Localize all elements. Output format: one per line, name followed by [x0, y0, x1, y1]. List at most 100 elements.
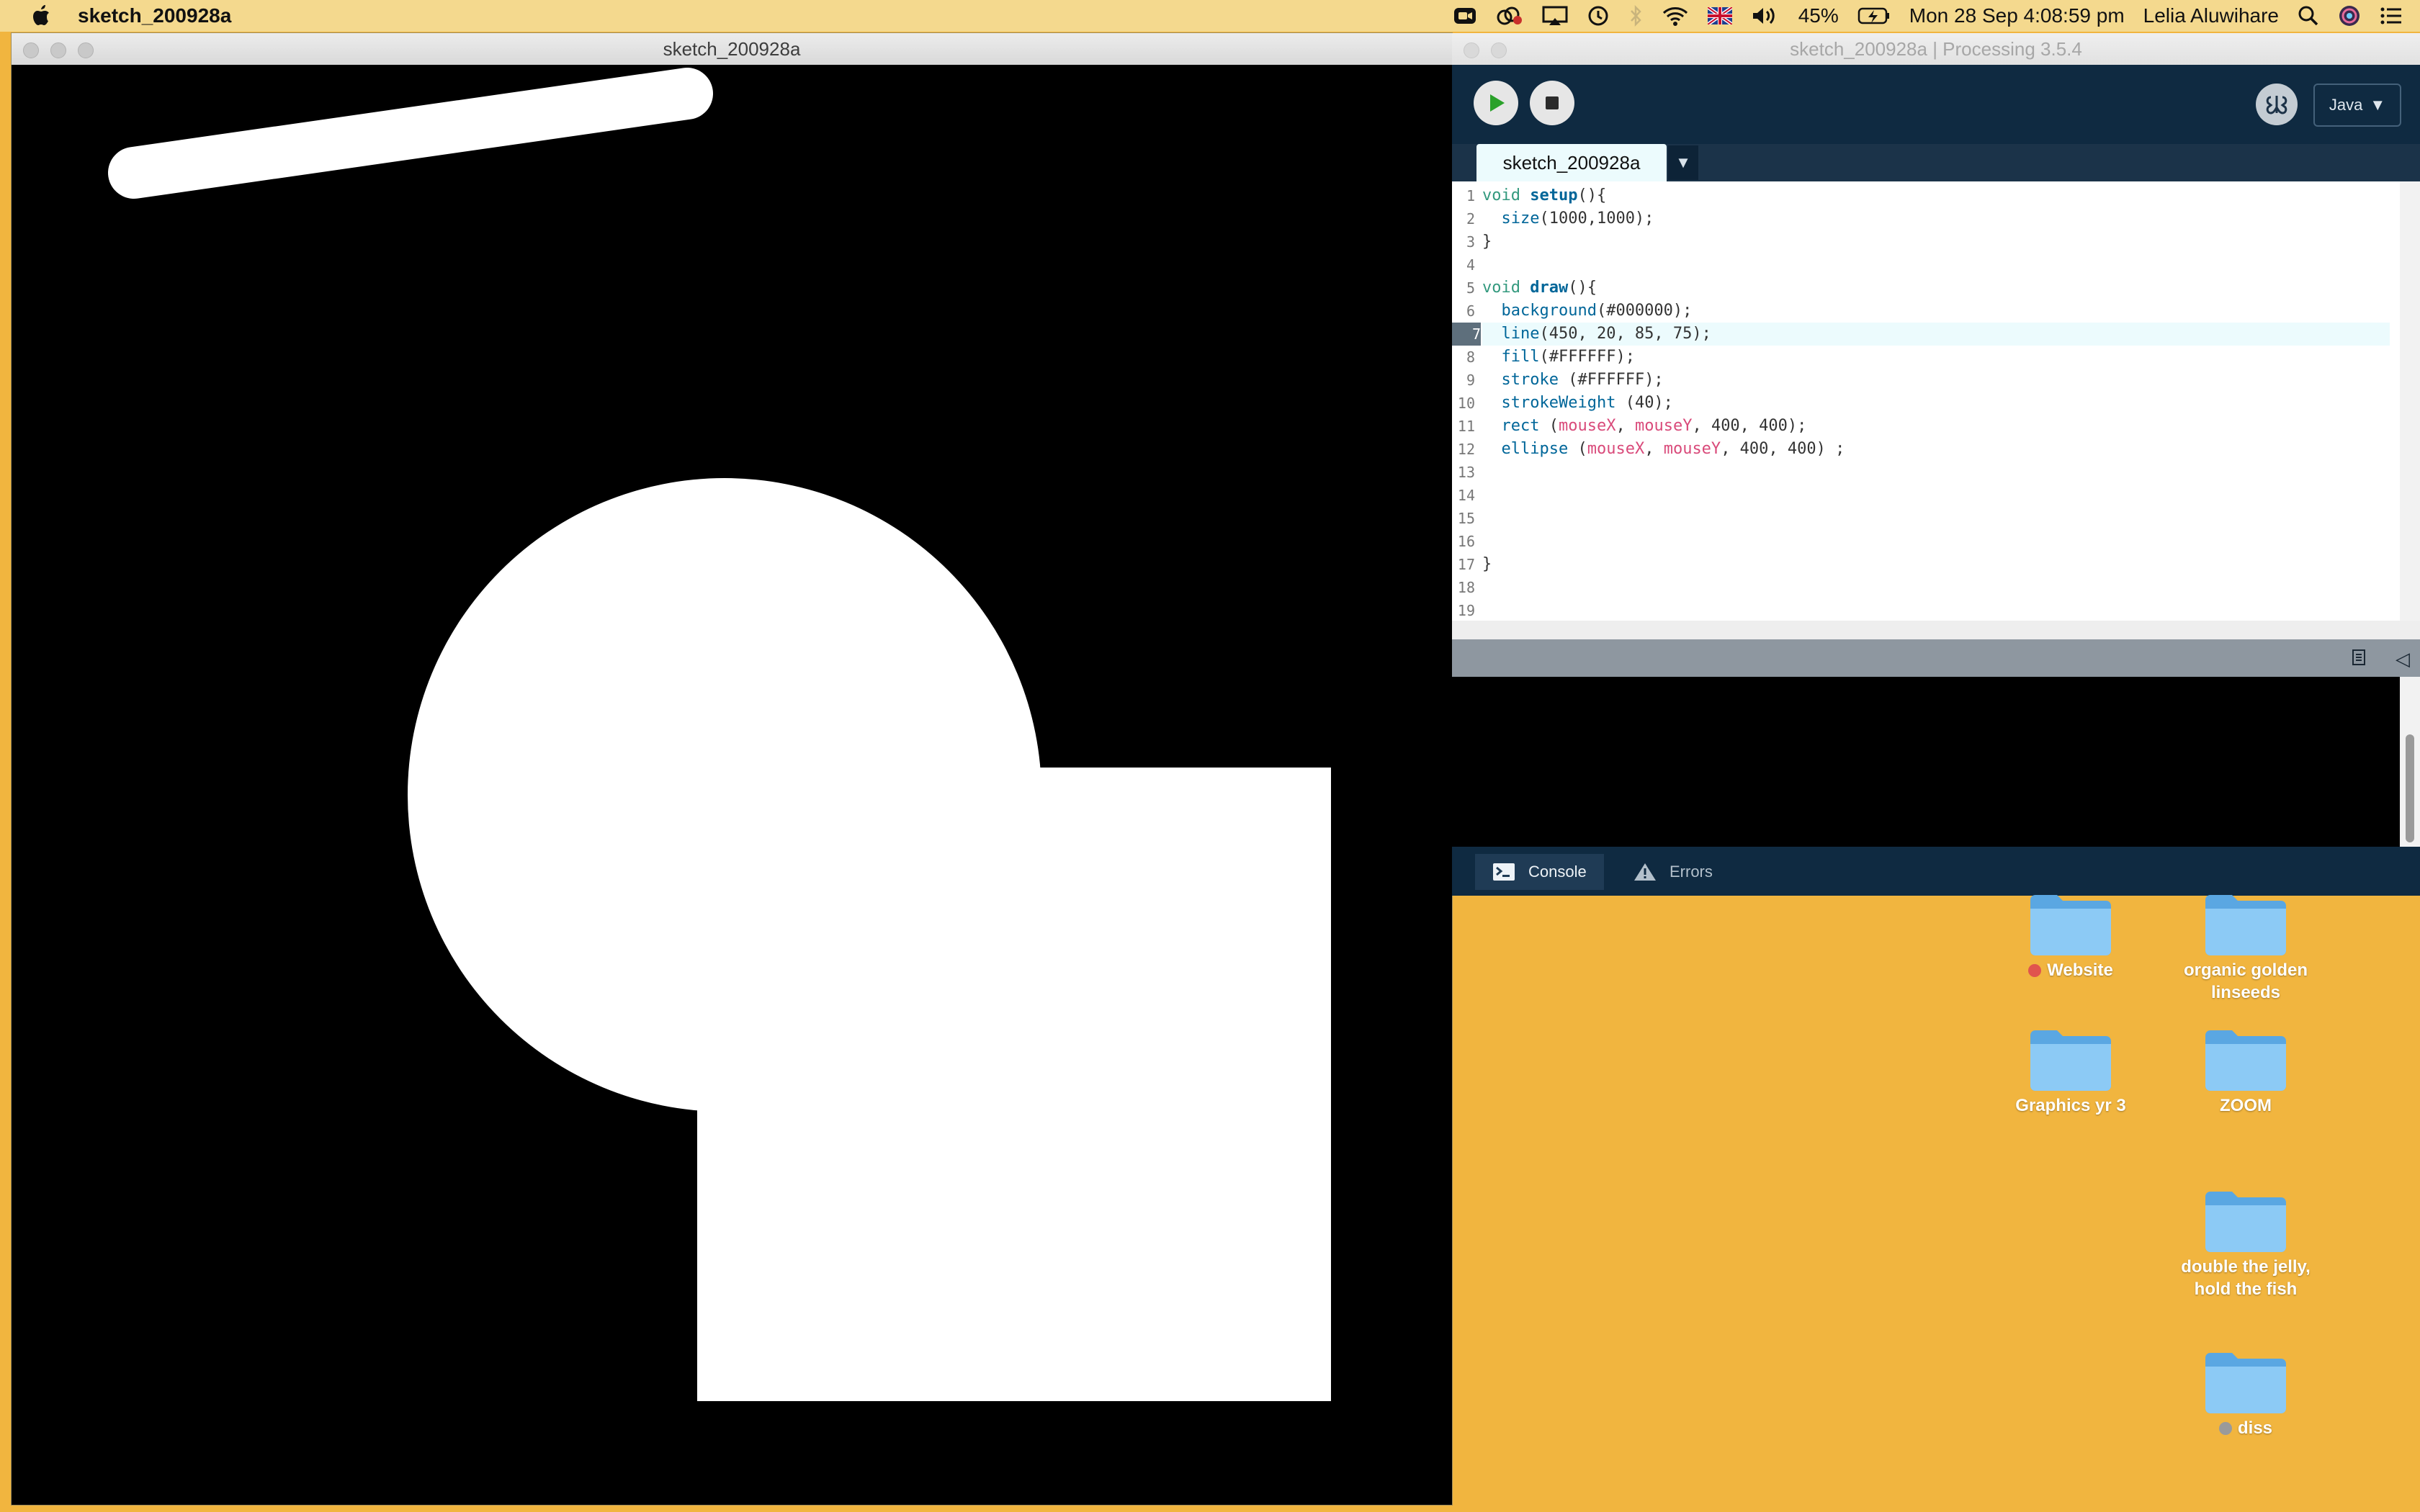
folder-icon [2202, 1345, 2289, 1417]
line-number: 14 [1457, 487, 1475, 504]
play-icon [1490, 94, 1505, 112]
tag-dot-icon [2028, 963, 2042, 977]
desktop-folder-label: double the jelly, hold the fish [2166, 1256, 2325, 1300]
date-time[interactable]: Mon 28 Sep 4:08:59 pm [1909, 4, 2125, 27]
notification-center-icon[interactable] [2380, 6, 2403, 25]
bluetooth-icon[interactable] [1628, 4, 1643, 27]
code-line[interactable] [1482, 576, 2390, 599]
desktop-folder[interactable]: double the jelly, hold the fish [2166, 1184, 2325, 1300]
stop-icon [1546, 96, 1559, 109]
code-editor[interactable]: 1 2 3 4 5 6 7 8 9 10 11 12 13 14 15 16 17 18 19 void setup… [1452, 181, 2400, 621]
menu-bar: sketch_200928a 45% Mon 28 Sep 4:08:59 pm… [0, 0, 2420, 32]
code-line[interactable]: void setup(){ [1482, 184, 2390, 207]
wifi-icon[interactable] [1662, 5, 1689, 27]
console-scroll-thumb[interactable] [2406, 734, 2414, 842]
line-number: 10 [1457, 395, 1475, 412]
folder-label-text: ZOOM [2220, 1096, 2272, 1115]
folder-icon [2202, 1184, 2289, 1256]
window-controls [23, 42, 94, 58]
uk-flag-icon[interactable] [1707, 7, 1732, 24]
code-line[interactable] [1482, 599, 2390, 621]
battery-charging-icon[interactable] [1857, 6, 1891, 26]
spotlight-search-icon[interactable] [2298, 5, 2319, 27]
collapse-console-icon[interactable]: ◁ [2396, 648, 2410, 670]
processing-ide-window[interactable]: sketch_200928a | Processing 3.5.4 Java ▼… [1452, 33, 2420, 896]
copy-console-icon[interactable] [2349, 648, 2370, 673]
desktop-folder[interactable]: ZOOM [2166, 1022, 2325, 1117]
console-output[interactable] [1452, 677, 2400, 847]
code-line[interactable]: void draw(){ [1482, 276, 2390, 300]
line-number: 13 [1457, 464, 1475, 481]
sketch-window-titlebar[interactable]: sketch_200928a [12, 33, 1452, 66]
tab-menu-button[interactable]: ▼ [1668, 145, 1698, 180]
apple-icon[interactable] [27, 1, 56, 30]
code-line[interactable]: rect (mouseX, mouseY, 400, 400); [1482, 415, 2390, 438]
line-number: 16 [1457, 533, 1475, 550]
desktop-folder-label: organic golden linseeds [2166, 959, 2325, 1004]
code-line[interactable]: line(450, 20, 85, 75); [1482, 323, 2390, 346]
desktop-folder[interactable]: Website [1991, 887, 2150, 981]
close-button[interactable] [23, 42, 39, 58]
code-line[interactable]: ellipse (mouseX, mouseY, 400, 400) ; [1482, 438, 2390, 461]
line-number: 17 [1457, 556, 1475, 573]
zoom-button[interactable] [78, 42, 94, 58]
console-tab-label: Console [1528, 863, 1587, 881]
code-line[interactable] [1482, 461, 2390, 484]
code-line[interactable] [1482, 530, 2390, 553]
desktop-folder[interactable]: diss [2166, 1345, 2325, 1439]
folder-label-text: organic golden linseeds [2183, 960, 2308, 1002]
debug-button[interactable] [2256, 84, 2298, 125]
line-number: 19 [1457, 602, 1475, 619]
tab-console[interactable]: Console [1475, 854, 1604, 890]
desktop-folder-label: ZOOM [2166, 1094, 2325, 1117]
zoom-icon[interactable] [1453, 5, 1477, 27]
code-line[interactable] [1482, 484, 2390, 507]
tab-errors[interactable]: Errors [1616, 854, 1730, 890]
line-number: 7 [1452, 323, 1481, 346]
code-line[interactable] [1482, 253, 2390, 276]
console-scrollbar[interactable] [2400, 677, 2420, 847]
chevron-down-icon: ▼ [1675, 153, 1691, 171]
code-line[interactable]: } [1482, 230, 2390, 253]
folder-icon [2027, 887, 2114, 959]
code-line[interactable]: size(1000,1000); [1482, 207, 2390, 230]
sketch-window[interactable]: sketch_200928a [12, 33, 1452, 1505]
line-number: 12 [1457, 441, 1475, 458]
code-line[interactable]: } [1482, 553, 2390, 576]
code-line[interactable]: stroke (#FFFFFF); [1482, 369, 2390, 392]
desktop-folder[interactable]: organic golden linseeds [2166, 887, 2325, 1004]
tag-dot-icon [2218, 1421, 2232, 1435]
line-number: 6 [1466, 302, 1475, 320]
creative-cloud-icon[interactable] [1496, 5, 1523, 27]
folder-icon [2027, 1022, 2114, 1094]
code-line[interactable]: background(#000000); [1482, 300, 2390, 323]
sketch-window-title: sketch_200928a [663, 38, 801, 60]
folder-label-text: double the jelly, hold the fish [2181, 1257, 2311, 1299]
code-line[interactable]: strokeWeight (40); [1482, 392, 2390, 415]
desktop-folder[interactable]: Graphics yr 3 [1991, 1022, 2150, 1117]
code-line[interactable] [1482, 507, 2390, 530]
editor-horizontal-scrollbar[interactable] [1452, 621, 2420, 639]
code-line[interactable]: fill(#FFFFFF); [1482, 346, 2390, 369]
editor-vertical-scrollbar[interactable] [2400, 181, 2420, 621]
battery-percent[interactable]: 45% [1798, 4, 1839, 27]
sketch-canvas[interactable] [12, 65, 1452, 1505]
line-number: 1 [1466, 187, 1475, 204]
console-header: ◁ [1452, 639, 2420, 677]
siri-icon[interactable] [2338, 4, 2361, 27]
minimize-button[interactable] [50, 42, 66, 58]
airplay-icon[interactable] [1542, 5, 1568, 27]
mode-selector[interactable]: Java ▼ [2313, 84, 2401, 127]
ide-titlebar[interactable]: sketch_200928a | Processing 3.5.4 [1452, 33, 2420, 66]
time-machine-icon[interactable] [1587, 4, 1610, 27]
user-name[interactable]: Lelia Aluwihare [2143, 4, 2279, 27]
ide-close-button[interactable] [1464, 42, 1479, 58]
line-number: 5 [1466, 279, 1475, 297]
app-menu-name[interactable]: sketch_200928a [78, 4, 231, 27]
stop-button[interactable] [1530, 81, 1574, 125]
run-button[interactable] [1474, 81, 1518, 125]
ide-minimize-button[interactable] [1491, 42, 1507, 58]
tab-sketch[interactable]: sketch_200928a [1476, 144, 1667, 181]
editor-tab-row: sketch_200928a ▼ [1452, 144, 2420, 181]
volume-icon[interactable] [1751, 5, 1780, 27]
